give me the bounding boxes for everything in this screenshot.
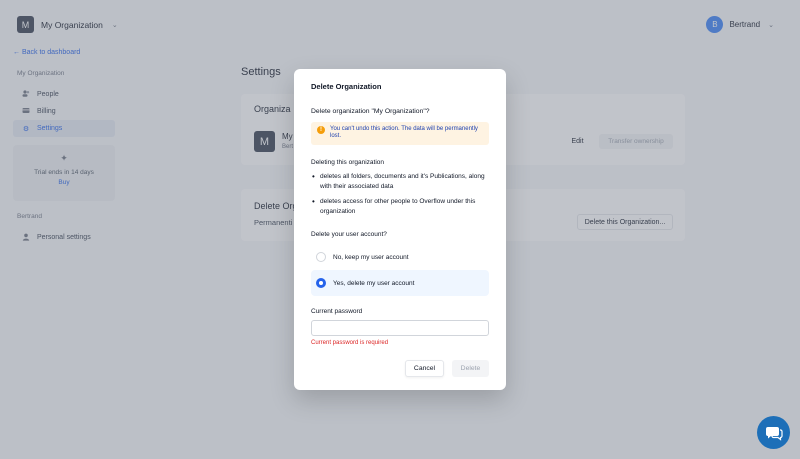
warning-icon: !	[317, 126, 325, 134]
delete-organization-dialog: Delete Organization Delete organization …	[294, 69, 506, 390]
keep-account-option[interactable]: No, keep my user account	[311, 245, 489, 269]
list-item: deletes all folders, documents and it's …	[311, 172, 491, 192]
radio-unchecked[interactable]	[316, 252, 326, 262]
warning-banner: ! You can't undo this action. The data w…	[311, 122, 489, 145]
delete-question: Delete organization "My Organization"?	[311, 108, 430, 115]
current-password-input[interactable]	[311, 320, 489, 336]
option-label: No, keep my user account	[333, 253, 409, 261]
delete-button[interactable]: Delete	[452, 360, 489, 377]
password-label: Current password	[311, 308, 363, 315]
warning-text: You can't undo this action. The data wil…	[330, 126, 478, 139]
dialog-title: Delete Organization	[311, 82, 382, 91]
consequences-list: deletes all folders, documents and it's …	[311, 172, 491, 222]
account-question: Delete your user account?	[311, 231, 387, 238]
cancel-button[interactable]: Cancel	[405, 360, 444, 377]
chat-icon	[765, 426, 783, 441]
list-item: deletes access for other people to Overf…	[311, 197, 491, 217]
chat-launcher-button[interactable]	[757, 416, 790, 449]
option-label: Yes, delete my user account	[333, 279, 415, 287]
delete-account-option[interactable]: Yes, delete my user account	[311, 270, 489, 296]
radio-checked[interactable]	[316, 278, 326, 288]
password-error: Current password is required	[311, 340, 389, 346]
deleting-heading: Deleting this organization	[311, 159, 384, 166]
